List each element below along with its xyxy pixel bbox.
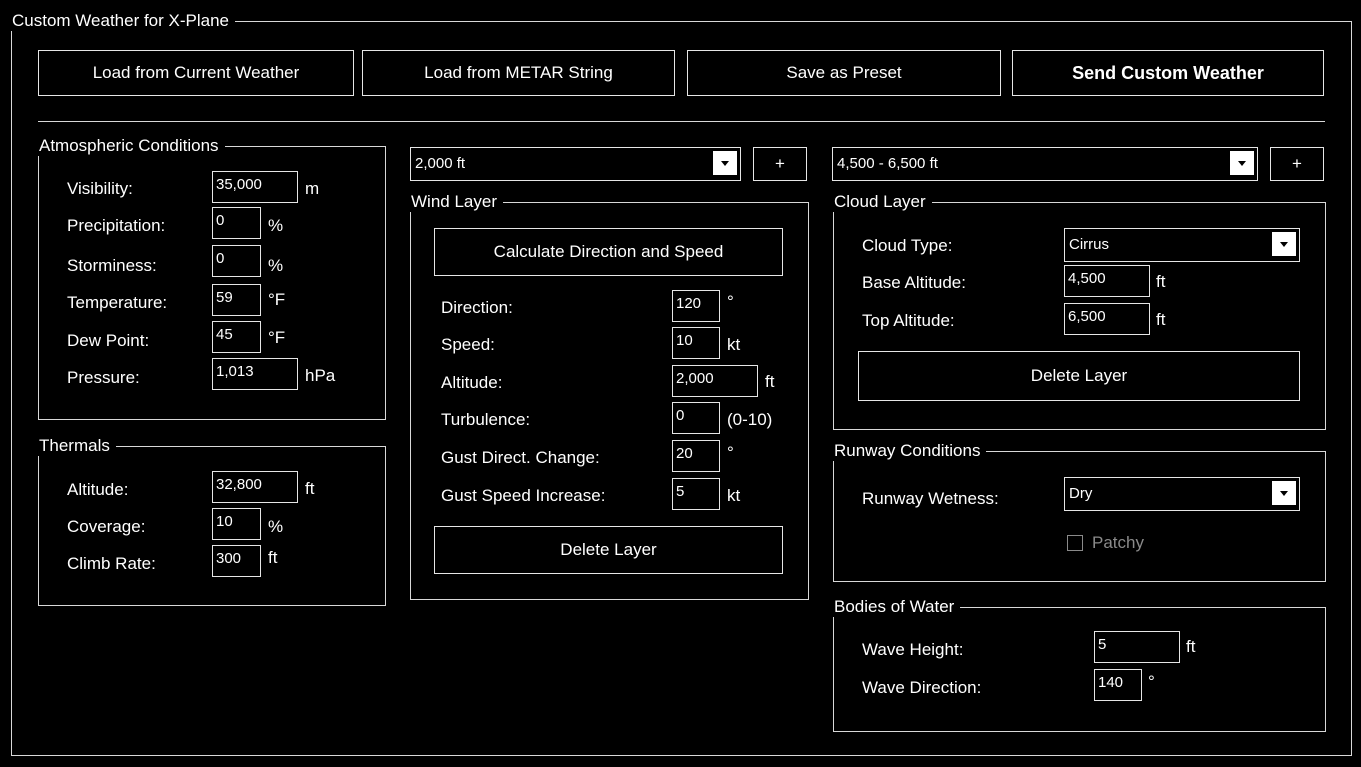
precipitation-unit: %: [268, 216, 284, 235]
turbulence-label: Turbulence:: [441, 410, 531, 429]
top-altitude-unit: ft: [1156, 310, 1166, 329]
gust-speed-increase-unit: kt: [727, 486, 741, 505]
temperature-label: Temperature:: [67, 293, 168, 312]
add-wind-layer-button[interactable]: +: [753, 147, 807, 181]
wind-direction-unit: °: [727, 292, 734, 311]
delete-wind-layer-button[interactable]: Delete Layer: [434, 526, 783, 574]
chevron-down-icon: [1230, 151, 1254, 175]
runway-conditions-title: Runway Conditions: [832, 441, 987, 461]
wave-direction-label: Wave Direction:: [862, 678, 982, 697]
bodies-of-water-title: Bodies of Water: [832, 597, 961, 617]
wave-height-label: Wave Height:: [862, 640, 964, 659]
wave-height-input[interactable]: 5: [1094, 631, 1180, 663]
send-custom-weather-button[interactable]: Send Custom Weather: [1012, 50, 1324, 96]
dew-point-label: Dew Point:: [67, 331, 150, 350]
runway-wetness-select[interactable]: Dry: [1064, 477, 1300, 511]
coverage-unit: %: [268, 517, 284, 536]
wind-altitude-unit: ft: [765, 372, 775, 391]
chevron-down-icon: [1272, 481, 1296, 505]
gust-direction-change-label: Gust Direct. Change:: [441, 448, 600, 467]
wave-height-unit: ft: [1186, 637, 1196, 656]
gust-speed-increase-input[interactable]: 5: [672, 478, 720, 510]
toolbar-separator: [38, 121, 1325, 122]
wind-speed-input[interactable]: 10: [672, 327, 720, 359]
wind-layer-select[interactable]: 2,000 ft: [410, 147, 741, 181]
gust-speed-increase-label: Gust Speed Increase:: [441, 486, 606, 505]
base-altitude-input[interactable]: 4,500: [1064, 265, 1150, 297]
thermal-altitude-unit: ft: [305, 479, 315, 498]
wave-direction-input[interactable]: 140: [1094, 669, 1142, 701]
top-altitude-input[interactable]: 6,500: [1064, 303, 1150, 335]
turbulence-input[interactable]: 0: [672, 402, 720, 434]
wave-direction-unit: °: [1148, 672, 1155, 691]
pressure-input[interactable]: 1,013: [212, 358, 298, 390]
chevron-down-icon: [713, 151, 737, 175]
patchy-checkbox[interactable]: [1067, 535, 1083, 551]
climb-rate-label: Climb Rate:: [67, 554, 156, 573]
panel-title: Custom Weather for X-Plane: [10, 11, 235, 31]
precipitation-input[interactable]: 0: [212, 207, 261, 239]
cloud-type-label: Cloud Type:: [862, 236, 953, 255]
wind-direction-label: Direction:: [441, 298, 513, 317]
wind-layer-title: Wind Layer: [409, 192, 503, 212]
base-altitude-label: Base Altitude:: [862, 273, 966, 292]
gust-direction-change-unit: °: [727, 443, 734, 462]
coverage-input[interactable]: 10: [212, 508, 261, 540]
top-altitude-label: Top Altitude:: [862, 311, 955, 330]
temperature-unit: °F: [268, 290, 286, 309]
coverage-label: Coverage:: [67, 517, 146, 536]
chevron-down-icon: [1272, 232, 1296, 256]
bodies-of-water-group: Bodies of Water: [832, 597, 1326, 732]
dew-point-unit: °F: [268, 328, 286, 347]
wind-speed-label: Speed:: [441, 335, 495, 354]
storminess-label: Storminess:: [67, 256, 157, 275]
calculate-direction-speed-button[interactable]: Calculate Direction and Speed: [434, 228, 783, 276]
storminess-input[interactable]: 0: [212, 245, 261, 277]
wind-altitude-input[interactable]: 2,000: [672, 365, 758, 397]
cloud-type-select[interactable]: Cirrus: [1064, 228, 1300, 262]
save-preset-button[interactable]: Save as Preset: [687, 50, 1001, 96]
load-metar-button[interactable]: Load from METAR String: [362, 50, 675, 96]
load-current-weather-button[interactable]: Load from Current Weather: [38, 50, 354, 96]
thermals-title: Thermals: [37, 436, 116, 456]
pressure-unit: hPa: [305, 366, 336, 385]
delete-cloud-layer-button[interactable]: Delete Layer: [858, 351, 1300, 401]
precipitation-label: Precipitation:: [67, 216, 166, 235]
cloud-type-value: Cirrus: [1069, 236, 1109, 253]
temperature-input[interactable]: 59: [212, 284, 261, 316]
gust-direction-change-input[interactable]: 20: [672, 440, 720, 472]
add-cloud-layer-button[interactable]: +: [1270, 147, 1324, 181]
base-altitude-unit: ft: [1156, 272, 1166, 291]
pressure-label: Pressure:: [67, 368, 140, 387]
runway-conditions-group: Runway Conditions: [832, 441, 1326, 582]
climb-rate-input[interactable]: 300: [212, 545, 261, 577]
runway-wetness-value: Dry: [1069, 485, 1093, 502]
climb-rate-unit: ft: [268, 548, 278, 567]
cloud-layer-select[interactable]: 4,500 - 6,500 ft: [832, 147, 1258, 181]
storminess-unit: %: [268, 256, 284, 275]
visibility-input[interactable]: 35,000: [212, 171, 298, 203]
visibility-label: Visibility:: [67, 179, 133, 198]
wind-layer-select-value: 2,000 ft: [415, 155, 466, 172]
wind-speed-unit: kt: [727, 335, 741, 354]
cloud-layer-select-value: 4,500 - 6,500 ft: [837, 155, 938, 172]
wind-direction-input[interactable]: 120: [672, 290, 720, 322]
visibility-unit: m: [305, 179, 320, 198]
thermal-altitude-label: Altitude:: [67, 480, 129, 499]
dew-point-input[interactable]: 45: [212, 321, 261, 353]
thermal-altitude-input[interactable]: 32,800: [212, 471, 298, 503]
runway-wetness-label: Runway Wetness:: [862, 489, 999, 508]
turbulence-range: (0-10): [727, 410, 773, 429]
patchy-label[interactable]: Patchy: [1092, 533, 1144, 553]
atmospheric-conditions-title: Atmospheric Conditions: [37, 136, 225, 156]
cloud-layer-title: Cloud Layer: [832, 192, 932, 212]
wind-altitude-label: Altitude:: [441, 373, 503, 392]
